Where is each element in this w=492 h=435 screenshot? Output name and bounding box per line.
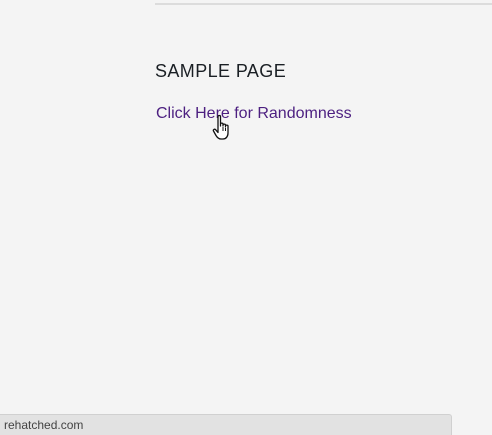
hand-pointer-icon xyxy=(212,114,229,140)
page: SAMPLE PAGE Click Here for Randomness re… xyxy=(0,0,492,435)
status-url: rehatched.com xyxy=(4,418,84,432)
status-bar: rehatched.com xyxy=(0,414,452,435)
page-title: SAMPLE PAGE xyxy=(155,61,287,81)
randomness-link[interactable]: Click Here for Randomness xyxy=(156,105,352,123)
top-divider xyxy=(155,3,492,5)
